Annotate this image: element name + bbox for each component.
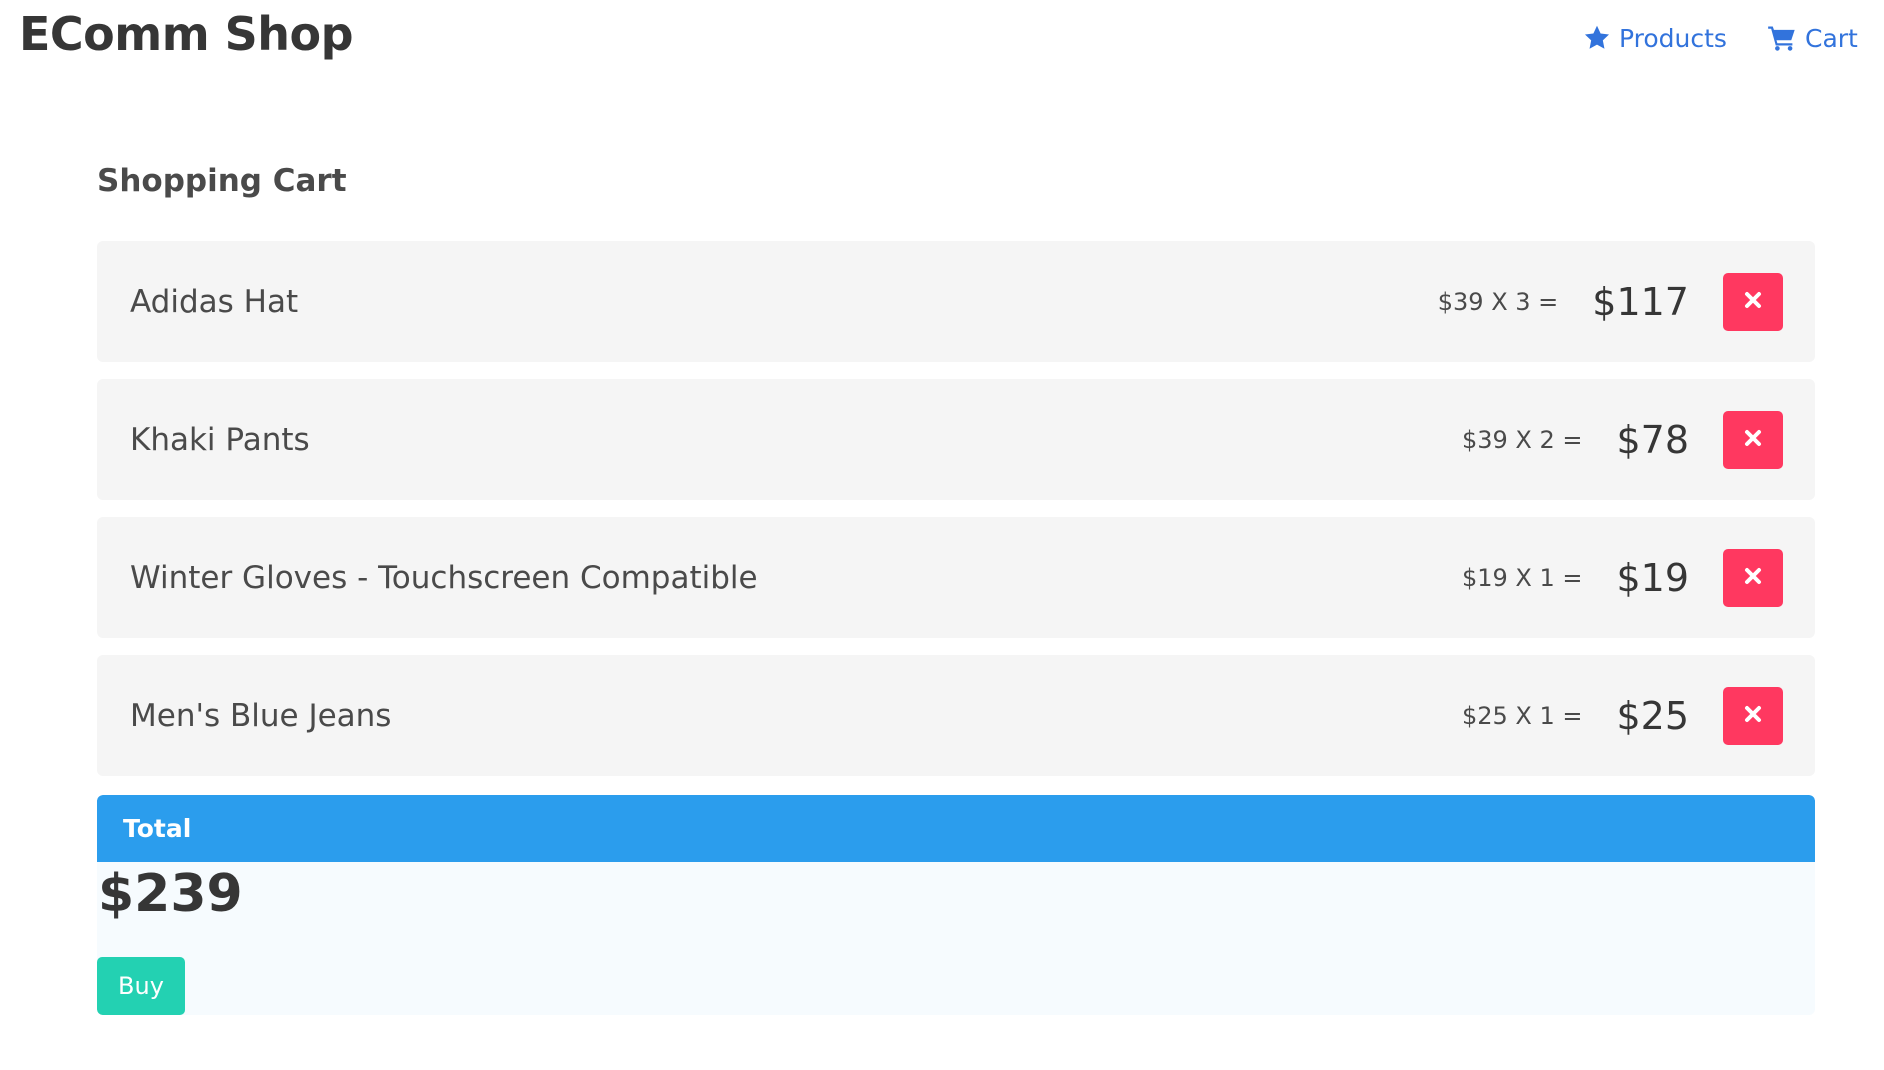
nav-cart-link[interactable]: Cart [1767, 20, 1858, 56]
star-icon [1583, 24, 1611, 52]
item-calculation: $39 X 3 = [1437, 287, 1559, 316]
item-name: Adidas Hat [130, 283, 299, 320]
close-icon [1744, 291, 1762, 313]
total-label: Total [123, 814, 192, 843]
item-name: Men's Blue Jeans [130, 697, 392, 734]
remove-item-button[interactable] [1723, 411, 1783, 469]
item-pricing: $39 X 3 = $117 [1438, 241, 1689, 362]
remove-item-button[interactable] [1723, 273, 1783, 331]
item-subtotal: $25 [1616, 693, 1689, 738]
item-pricing: $39 X 2 = $78 [1462, 379, 1689, 500]
total-header: Total [97, 795, 1815, 862]
item-calculation: $25 X 1 = [1461, 701, 1583, 730]
item-subtotal: $78 [1616, 417, 1689, 462]
total-panel: Total $239 Buy [97, 795, 1815, 1015]
close-icon [1744, 429, 1762, 451]
remove-item-button[interactable] [1723, 687, 1783, 745]
total-amount: $239 [98, 864, 243, 924]
remove-item-button[interactable] [1723, 549, 1783, 607]
item-pricing: $19 X 1 = $19 [1462, 517, 1689, 638]
item-name: Winter Gloves - Touchscreen Compatible [130, 559, 758, 596]
page-title: Shopping Cart [97, 163, 347, 199]
item-calculation: $19 X 1 = [1461, 563, 1583, 592]
buy-button[interactable]: Buy [97, 957, 185, 1015]
cart-item: Winter Gloves - Touchscreen Compatible $… [97, 517, 1815, 638]
navbar: EComm Shop Products Cart [0, 0, 1884, 80]
close-icon [1744, 705, 1762, 727]
item-name: Khaki Pants [130, 421, 310, 458]
cart-item: Men's Blue Jeans $25 X 1 = $25 [97, 655, 1815, 776]
close-icon [1744, 567, 1762, 589]
item-pricing: $25 X 1 = $25 [1462, 655, 1689, 776]
cart-icon [1767, 24, 1797, 52]
cart-item: Adidas Hat $39 X 3 = $117 [97, 241, 1815, 362]
nav-products-label: Products [1619, 23, 1727, 53]
cart-list: Adidas Hat $39 X 3 = $117 Khaki Pants $3… [97, 241, 1815, 793]
cart-item: Khaki Pants $39 X 2 = $78 [97, 379, 1815, 500]
nav-products-link[interactable]: Products [1583, 20, 1727, 56]
item-calculation: $39 X 2 = [1461, 425, 1583, 454]
brand-title[interactable]: EComm Shop [19, 7, 354, 61]
nav-cart-label: Cart [1805, 23, 1858, 53]
item-subtotal: $19 [1616, 555, 1689, 600]
item-subtotal: $117 [1592, 279, 1689, 324]
